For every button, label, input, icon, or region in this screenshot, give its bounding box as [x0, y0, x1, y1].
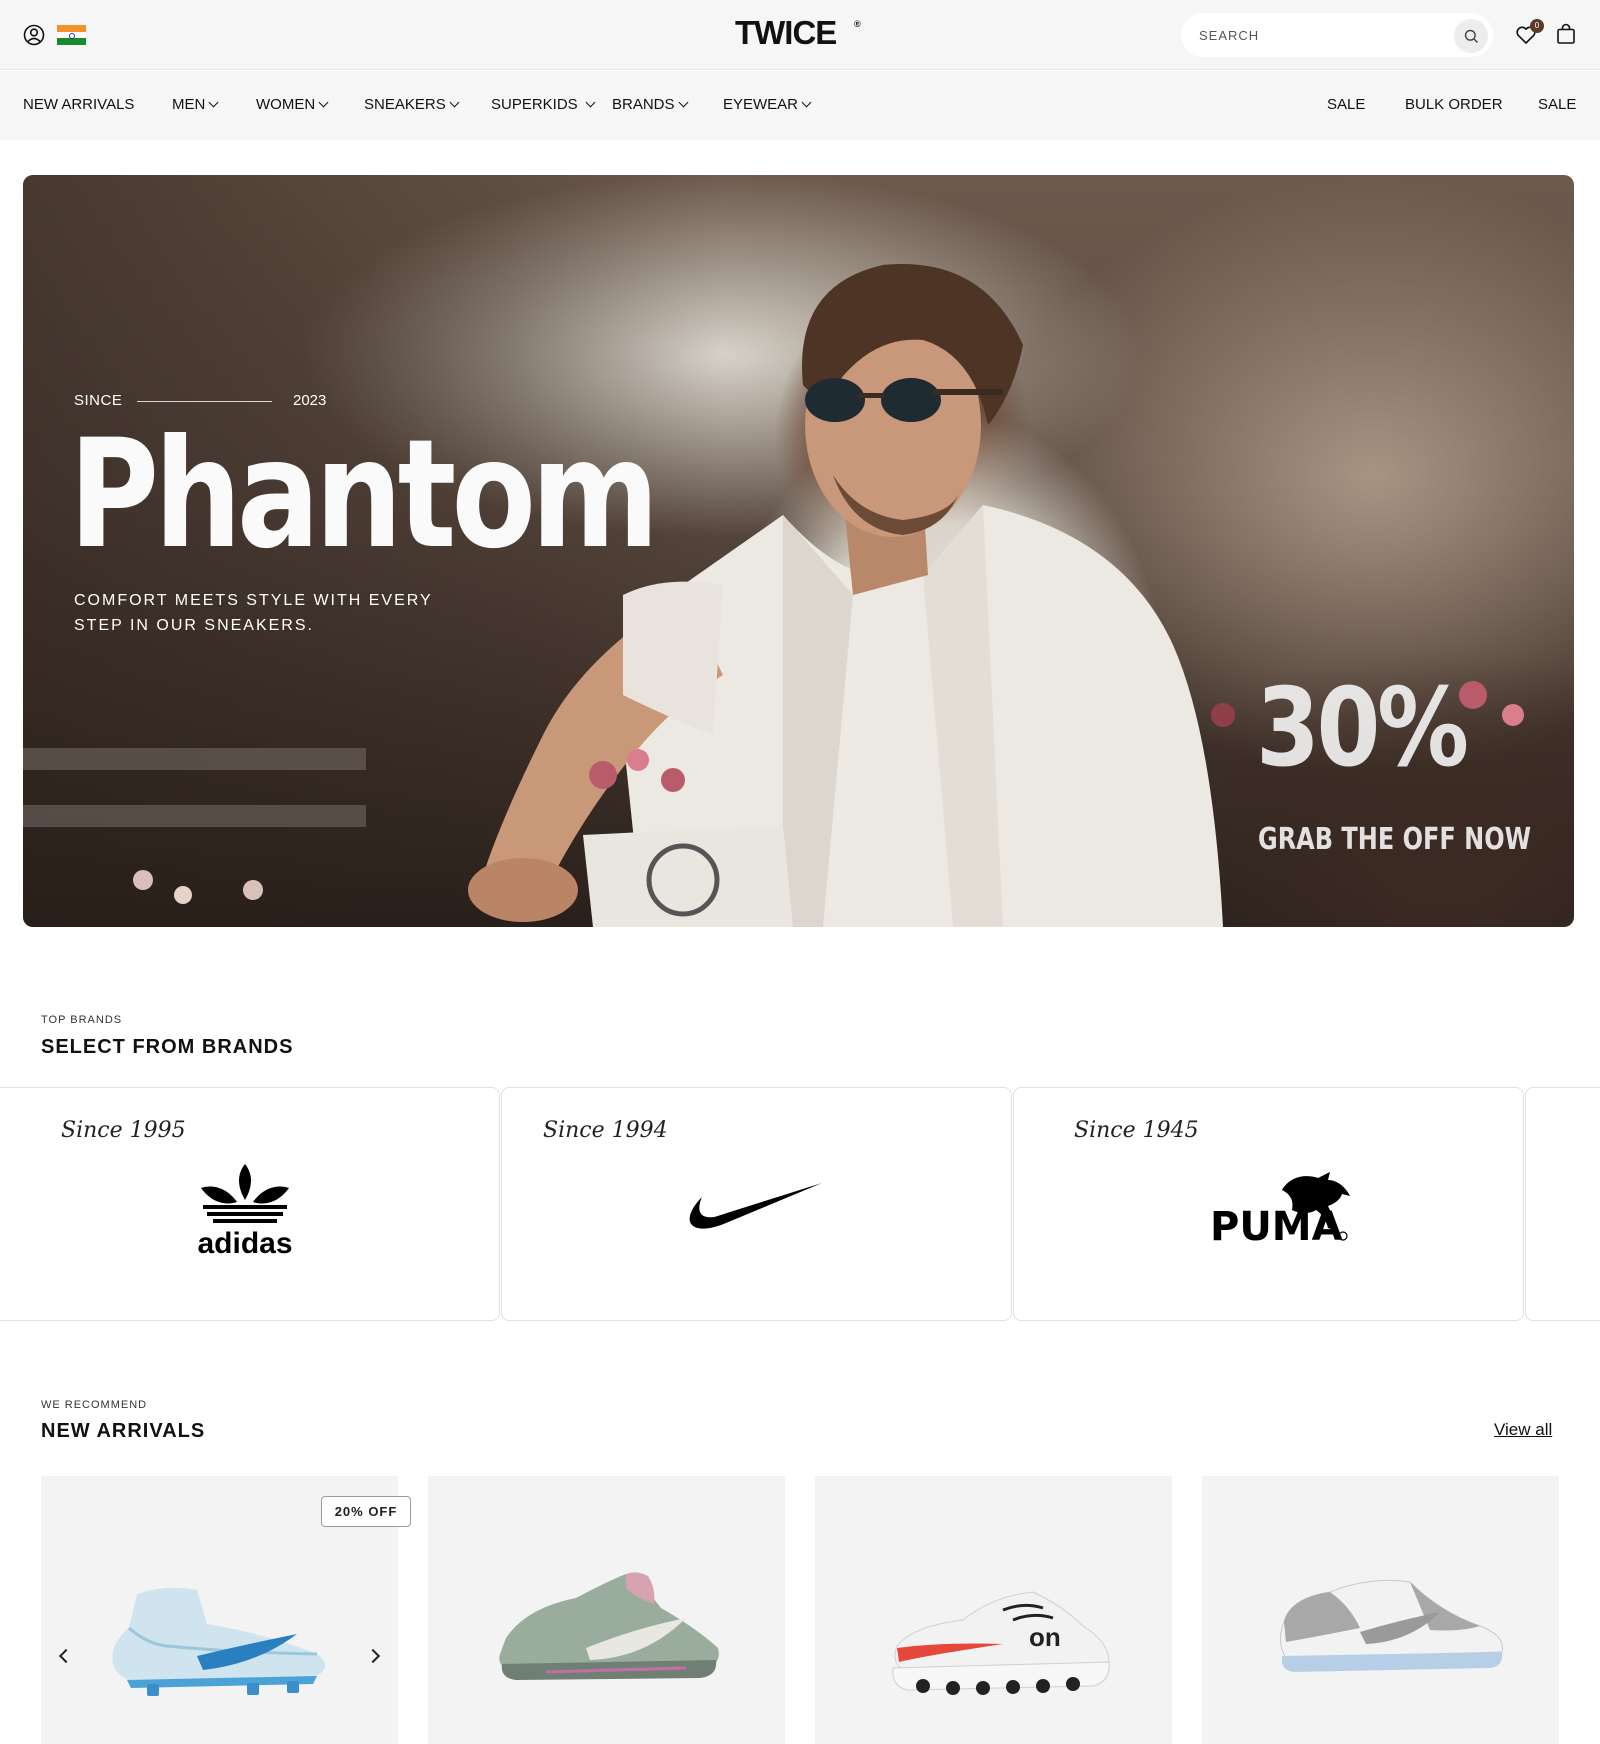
brand-card-puma[interactable]: Since 1945 PUMA: [1013, 1087, 1524, 1321]
nav-brands[interactable]: BRANDS: [612, 96, 688, 113]
white-red-on-running-shoe-image: on: [892, 1591, 1110, 1695]
nav-label: SALE: [1538, 96, 1577, 113]
nav-label: NEW ARRIVALS: [23, 96, 135, 113]
prev-image-button[interactable]: [56, 1646, 76, 1666]
nav-superkids[interactable]: SUPERKIDS: [491, 96, 596, 113]
hero-discount: 30%: [1256, 666, 1469, 791]
product-card[interactable]: [1202, 1476, 1559, 1744]
nav-label: EYEWEAR: [723, 96, 799, 113]
nav-eyewear[interactable]: EYEWEAR: [723, 96, 812, 113]
logo-registered-mark: ®: [854, 19, 861, 29]
product-card[interactable]: [428, 1476, 785, 1744]
nav-label: BULK ORDER: [1405, 96, 1503, 113]
svg-text:PUMA: PUMA: [1210, 1204, 1343, 1244]
sage-green-running-shoe-image: [499, 1572, 719, 1680]
grey-low-sneaker-image: [1280, 1579, 1504, 1672]
product-card[interactable]: 20% OFF: [41, 1476, 411, 1744]
main-nav: NEW ARRIVALS MEN WOMEN SNEAKERS SUPERKID…: [0, 71, 1600, 140]
chevron-down-icon: [449, 97, 460, 108]
chevron-left-icon: [58, 1648, 74, 1664]
brands-carousel: Since 1995 adidas Since 1994 Since 1945 …: [0, 1087, 1600, 1321]
next-image-button[interactable]: [363, 1646, 383, 1666]
svg-text:adidas: adidas: [197, 1227, 292, 1256]
search-icon: [1464, 29, 1478, 43]
search-box: [1181, 13, 1493, 57]
chevron-down-icon: [585, 97, 596, 108]
light-blue-football-boot-image: [112, 1587, 325, 1696]
nav-women[interactable]: WOMEN: [256, 96, 329, 113]
hero-subtitle-line: COMFORT MEETS STYLE WITH EVERY: [74, 592, 433, 609]
wishlist-count-badge: 0: [1530, 19, 1544, 33]
nike-swoosh-logo: [689, 1183, 822, 1229]
puma-cat-logo: PUMA: [1210, 1172, 1350, 1244]
hero-title: Phantom: [69, 408, 659, 582]
nav-label: SNEAKERS: [364, 96, 446, 113]
nav-bulk-order[interactable]: BULK ORDER: [1405, 96, 1503, 113]
search-button[interactable]: [1454, 19, 1488, 53]
adidas-trefoil-logo: adidas: [197, 1164, 293, 1256]
top-bar: TWICE ® 0: [0, 0, 1600, 70]
hero-cta-text[interactable]: GRAB THE OFF NOW: [1258, 822, 1531, 857]
nav-sale[interactable]: SALE: [1327, 96, 1365, 113]
brand-since: Since 1994: [543, 1118, 668, 1143]
nav-label: WOMEN: [256, 96, 316, 113]
arrivals-kicker: WE RECOMMEND: [41, 1399, 148, 1411]
hero-since-label: SINCE: [74, 392, 123, 409]
chevron-right-icon: [365, 1648, 381, 1664]
hero-decor-bar: [23, 805, 366, 827]
brand-card-adidas[interactable]: Since 1995 adidas: [0, 1087, 500, 1321]
chevron-down-icon: [801, 97, 812, 108]
bag-icon[interactable]: [1555, 23, 1577, 45]
product-card[interactable]: on: [815, 1476, 1172, 1744]
user-icon[interactable]: [23, 24, 45, 46]
brands-kicker: TOP BRANDS: [41, 1014, 123, 1026]
hero-banner[interactable]: SINCE 2023 Phantom COMFORT MEETS STYLE W…: [23, 175, 1574, 927]
svg-text:on: on: [1029, 1622, 1061, 1652]
nav-sneakers[interactable]: SNEAKERS: [364, 96, 460, 113]
nav-label: MEN: [172, 96, 206, 113]
search-input[interactable]: [1199, 25, 1429, 45]
nav-men[interactable]: MEN: [172, 96, 219, 113]
brand-card-nike[interactable]: Since 1994: [501, 1087, 1012, 1321]
discount-badge: 20% OFF: [321, 1496, 411, 1527]
hero-divider: [137, 401, 272, 402]
india-flag-icon[interactable]: [57, 25, 86, 46]
arrivals-title: NEW ARRIVALS: [41, 1420, 206, 1442]
brand-card-partial[interactable]: [1525, 1087, 1600, 1321]
nav-label: BRANDS: [612, 96, 675, 113]
brand-since: Since 1995: [61, 1118, 186, 1143]
nav-label: SUPERKIDS: [491, 96, 578, 113]
brands-title: SELECT FROM BRANDS: [41, 1036, 294, 1058]
brand-since: Since 1945: [1074, 1118, 1199, 1143]
view-all-link[interactable]: View all: [1494, 1420, 1552, 1440]
hero-subtitle: COMFORT MEETS STYLE WITH EVERY STEP IN O…: [74, 588, 434, 638]
nav-sale-secondary[interactable]: SALE: [1538, 96, 1576, 113]
chevron-down-icon: [208, 97, 219, 108]
chevron-down-icon: [318, 97, 329, 108]
site-logo[interactable]: TWICE: [735, 14, 837, 52]
hero-decor-bar: [23, 748, 366, 770]
chevron-down-icon: [678, 97, 688, 108]
hero-since-year: 2023: [293, 392, 327, 409]
nav-new-arrivals[interactable]: NEW ARRIVALS: [23, 96, 134, 113]
hero-subtitle-line: STEP IN OUR SNEAKERS.: [74, 617, 314, 634]
nav-label: SALE: [1327, 96, 1366, 113]
